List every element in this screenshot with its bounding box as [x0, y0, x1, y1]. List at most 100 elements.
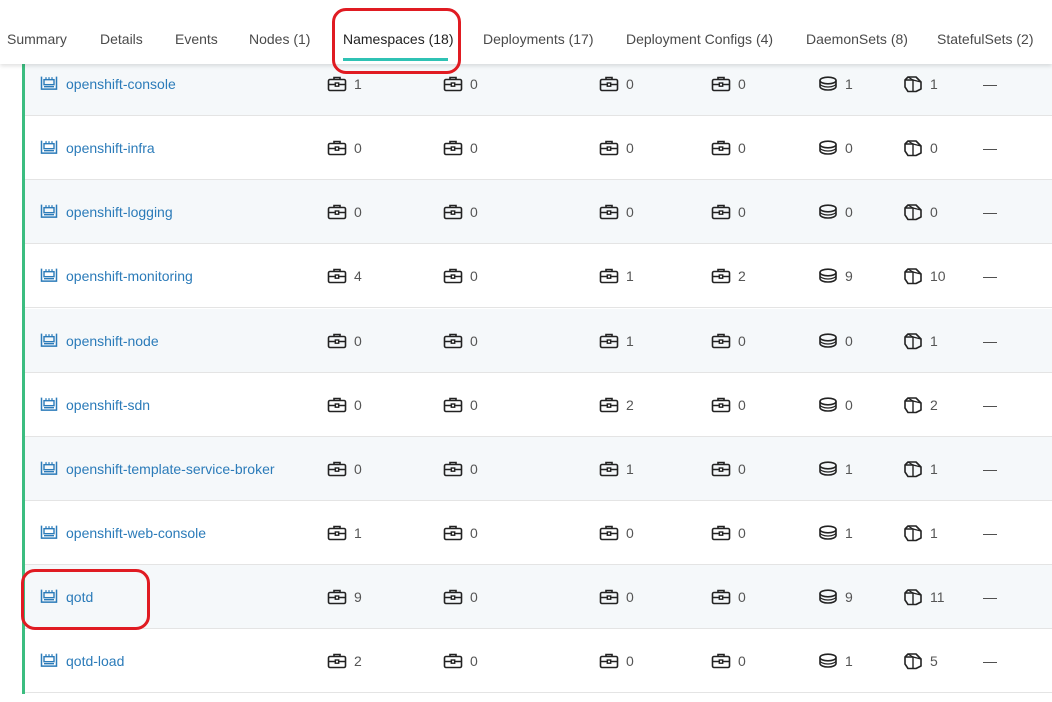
- metric-value: 2: [354, 652, 362, 669]
- metric-value: 0: [470, 203, 478, 220]
- metric-value: 1: [626, 267, 634, 284]
- metric-value: 0: [470, 139, 478, 156]
- metric-value: 0: [354, 460, 362, 477]
- namespace-link[interactable]: openshift-template-service-broker: [66, 461, 275, 477]
- namespace-icon: [40, 203, 58, 219]
- tab-namespaces[interactable]: Namespaces (18): [343, 31, 454, 47]
- metric-value: 1: [626, 460, 634, 477]
- metric-value: 0: [930, 203, 938, 220]
- empty-value: —: [983, 332, 997, 349]
- table-row: openshift-monitoring 4 0 1 2 9 10 —: [25, 244, 1052, 308]
- metric-value: 0: [626, 203, 634, 220]
- metric-value: 2: [626, 396, 634, 413]
- metric-value: 1: [930, 524, 938, 541]
- metric-value: 1: [930, 75, 938, 92]
- metric-value: 0: [930, 139, 938, 156]
- metric-value: 1: [930, 460, 938, 477]
- metric-value: 0: [470, 75, 478, 92]
- tab-details[interactable]: Details: [100, 31, 143, 47]
- namespace-link[interactable]: openshift-web-console: [66, 525, 206, 541]
- namespace-link[interactable]: qotd-load: [66, 653, 124, 669]
- metric-value: 0: [845, 139, 853, 156]
- metric-value: 1: [845, 75, 853, 92]
- empty-value: —: [983, 203, 997, 220]
- metric-value: 1: [845, 652, 853, 669]
- metric-value: 0: [626, 652, 634, 669]
- metric-value: 9: [845, 588, 853, 605]
- namespace-icon: [40, 524, 58, 540]
- namespace-link[interactable]: qotd: [66, 589, 93, 605]
- metric-value: 1: [845, 524, 853, 541]
- metric-value: 0: [470, 588, 478, 605]
- empty-value: —: [983, 588, 997, 605]
- tab-events[interactable]: Events: [175, 31, 218, 47]
- metric-value: 2: [930, 396, 938, 413]
- metric-value: 4: [354, 267, 362, 284]
- empty-value: —: [983, 267, 997, 284]
- namespace-icon: [40, 652, 58, 668]
- metric-value: 1: [354, 75, 362, 92]
- tab-deployment-configs[interactable]: Deployment Configs (4): [626, 31, 773, 47]
- table-row: openshift-web-console 1 0 0 0 1 1 —: [25, 501, 1052, 565]
- tab-daemonsets[interactable]: DaemonSets (8): [806, 31, 908, 47]
- metric-value: 0: [470, 267, 478, 284]
- tab-deployments[interactable]: Deployments (17): [483, 31, 594, 47]
- metric-value: 0: [470, 460, 478, 477]
- table-row: qotd 9 0 0 0 9 11 —: [25, 565, 1052, 629]
- namespace-icon: [40, 267, 58, 283]
- metric-value: 0: [354, 396, 362, 413]
- table-row: openshift-template-service-broker 0 0 1 0 1 1 —: [25, 437, 1052, 501]
- metric-value: 0: [470, 332, 478, 349]
- table-row: openshift-logging 0 0 0 0 0 0 —: [25, 180, 1052, 244]
- metric-value: 1: [626, 332, 634, 349]
- namespace-icon: [40, 332, 58, 348]
- namespace-link[interactable]: openshift-sdn: [66, 397, 150, 413]
- empty-value: —: [983, 75, 997, 92]
- tab-nodes[interactable]: Nodes (1): [249, 31, 310, 47]
- metric-value: 0: [354, 203, 362, 220]
- metric-value: 0: [738, 460, 746, 477]
- metric-value: 0: [626, 75, 634, 92]
- metric-value: 0: [845, 203, 853, 220]
- metric-value: 0: [470, 652, 478, 669]
- metric-value: 0: [354, 332, 362, 349]
- tab-summary[interactable]: Summary: [7, 31, 67, 47]
- namespace-icon: [40, 396, 58, 412]
- metric-value: 9: [845, 267, 853, 284]
- metric-value: 0: [738, 75, 746, 92]
- active-tab-underline: [343, 58, 448, 61]
- metric-value: 0: [470, 396, 478, 413]
- empty-value: —: [983, 460, 997, 477]
- metric-value: 1: [930, 332, 938, 349]
- metric-value: 0: [845, 396, 853, 413]
- metric-value: 0: [738, 332, 746, 349]
- namespace-link[interactable]: openshift-console: [66, 76, 176, 92]
- metric-value: 0: [738, 396, 746, 413]
- metric-value: 0: [738, 652, 746, 669]
- metric-value: 0: [626, 139, 634, 156]
- namespace-link[interactable]: openshift-logging: [66, 204, 173, 220]
- empty-value: —: [983, 652, 997, 669]
- table-row: openshift-infra 0 0 0 0 0 0 —: [25, 116, 1052, 180]
- namespace-link[interactable]: openshift-node: [66, 333, 159, 349]
- metric-value: 11: [930, 588, 945, 605]
- metric-value: 1: [354, 524, 362, 541]
- metric-value: 2: [738, 267, 746, 284]
- status-bar: [22, 64, 25, 694]
- metric-value: 0: [845, 332, 853, 349]
- namespace-icon: [40, 139, 58, 155]
- empty-value: —: [983, 139, 997, 156]
- metric-value: 0: [626, 524, 634, 541]
- namespace-icon: [40, 588, 58, 604]
- metric-value: 0: [738, 524, 746, 541]
- metric-value: 9: [354, 588, 362, 605]
- metric-value: 1: [845, 460, 853, 477]
- metric-value: 0: [738, 203, 746, 220]
- table-row: openshift-node 0 0 1 0 0 1 —: [25, 309, 1052, 373]
- namespace-link[interactable]: openshift-infra: [66, 140, 155, 156]
- namespace-link[interactable]: openshift-monitoring: [66, 268, 193, 284]
- table-row: openshift-sdn 0 0 2 0 0 2 —: [25, 373, 1052, 437]
- metric-value: 0: [354, 139, 362, 156]
- metric-value: 0: [738, 588, 746, 605]
- tab-statefulsets[interactable]: StatefulSets (2): [937, 31, 1034, 47]
